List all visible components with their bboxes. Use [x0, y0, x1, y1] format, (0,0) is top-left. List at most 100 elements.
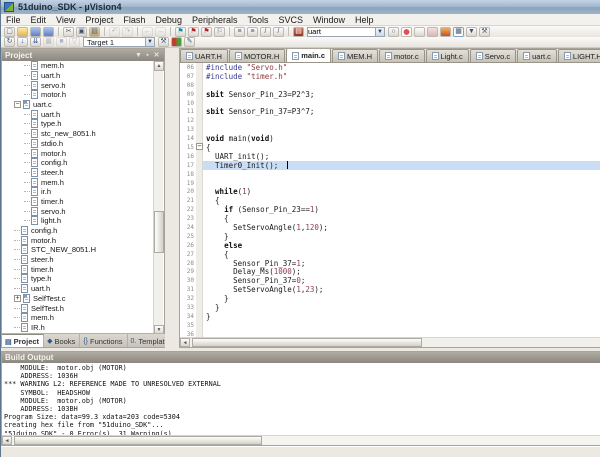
- code-line[interactable]: 18: [180, 170, 600, 179]
- code-line[interactable]: 33 }: [180, 303, 600, 312]
- tree-item[interactable]: IR.h: [2, 323, 164, 333]
- editor-tab-servo-c[interactable]: Servo.c: [470, 49, 516, 62]
- tree-item[interactable]: servo.h: [2, 206, 164, 216]
- tree-item[interactable]: motor.h: [2, 90, 164, 100]
- code-line[interactable]: 31 SetServoAngle(1,23);: [180, 285, 600, 294]
- tree-item[interactable]: servo.h: [2, 80, 164, 90]
- tree-item[interactable]: SelfTest.h: [2, 303, 164, 313]
- panel-splitter[interactable]: [165, 48, 179, 348]
- panel-tab-books[interactable]: ◆Books: [44, 334, 80, 347]
- code-line[interactable]: 06#include "Servo.h": [180, 63, 600, 72]
- open-folder-icon[interactable]: [17, 27, 28, 37]
- code-line[interactable]: 07#include "timer.h": [180, 72, 600, 81]
- code-line[interactable]: 29 Delay_Ms(1000);: [180, 267, 600, 276]
- download-icon[interactable]: ▽: [69, 37, 80, 47]
- code-line[interactable]: 10: [180, 99, 600, 108]
- editor-tab-main-c[interactable]: main.c: [286, 49, 331, 62]
- scrollbar-thumb[interactable]: [154, 211, 164, 253]
- tree-item[interactable]: mem.h: [2, 61, 164, 71]
- tree-item[interactable]: STC_NEW_8051.H: [2, 245, 164, 255]
- rebuild-icon[interactable]: ⇊: [30, 37, 41, 47]
- panel-tab-project[interactable]: ▤Project: [2, 334, 44, 347]
- tree-item[interactable]: stc_new_8051.h: [2, 129, 164, 139]
- tree-item[interactable]: motor.h: [2, 235, 164, 245]
- code-line[interactable]: 09sbit Sensor_Pin_23=P2^3;: [180, 90, 600, 99]
- scroll-left-icon[interactable]: ◄: [2, 436, 12, 445]
- build-output-hscrollbar[interactable]: ◄: [2, 435, 600, 445]
- breakpoint-kill-icon[interactable]: [427, 27, 438, 37]
- tree-item[interactable]: mem.h: [2, 313, 164, 323]
- window-layout-icon[interactable]: ▦: [453, 27, 464, 37]
- options-for-target-icon[interactable]: ⚒: [158, 37, 169, 47]
- tree-item[interactable]: timer.h: [2, 264, 164, 274]
- menu-item-flash[interactable]: Flash: [118, 14, 150, 26]
- editor-tab-light-c[interactable]: Light.c: [426, 49, 469, 62]
- breakpoint-disable-icon[interactable]: [414, 27, 425, 37]
- batch-build-icon[interactable]: ▦: [43, 37, 54, 47]
- tree-item[interactable]: timer.h: [2, 197, 164, 207]
- search-combobox[interactable]: ▼: [307, 27, 385, 37]
- save-all-icon[interactable]: [43, 27, 54, 37]
- stop-build-icon[interactable]: ■: [56, 37, 67, 47]
- menu-item-project[interactable]: Project: [80, 14, 118, 26]
- close-icon[interactable]: ✕: [152, 50, 161, 61]
- build-output-log[interactable]: MODULE: motor.obj (MOTOR) ADDRESS: 1036H…: [2, 363, 600, 435]
- menu-item-help[interactable]: Help: [350, 14, 379, 26]
- code-line[interactable]: 19: [180, 179, 600, 188]
- tree-item[interactable]: ir.h: [2, 187, 164, 197]
- editor-hscrollbar[interactable]: ◄: [180, 337, 600, 347]
- code-line[interactable]: 17 Timer0_Init();: [180, 161, 600, 170]
- scroll-left-icon[interactable]: ◄: [180, 338, 190, 347]
- redo-icon[interactable]: ↷: [122, 27, 133, 37]
- code-line[interactable]: 30 Sensor_Pin_37=0;: [180, 276, 600, 285]
- tree-item[interactable]: light.h: [2, 216, 164, 226]
- tree-item[interactable]: stdio.h: [2, 139, 164, 149]
- code-line[interactable]: 22 if (Sensor_Pin_23==1): [180, 205, 600, 214]
- scroll-up-icon[interactable]: ▲: [154, 61, 164, 71]
- chevron-down-icon[interactable]: ▼: [145, 38, 154, 46]
- editor-tab-mem-h[interactable]: MEM.H: [332, 49, 378, 62]
- editor-tab-motor-c[interactable]: motor.c: [379, 49, 425, 62]
- code-line[interactable]: 12: [180, 116, 600, 125]
- menu-item-tools[interactable]: Tools: [242, 14, 273, 26]
- code-line[interactable]: 13: [180, 125, 600, 134]
- code-line[interactable]: 20 while(1): [180, 187, 600, 196]
- menu-item-svcs[interactable]: SVCS: [274, 14, 309, 26]
- editor-tab-motor-h[interactable]: MOTOR.H: [229, 49, 285, 62]
- build-icon[interactable]: ↓: [17, 37, 28, 47]
- menu-item-view[interactable]: View: [51, 14, 80, 26]
- code-line[interactable]: 24 SetServoAngle(1,120);: [180, 223, 600, 232]
- code-line[interactable]: 08: [180, 81, 600, 90]
- comment-icon[interactable]: /: [260, 27, 271, 37]
- tree-item[interactable]: motor.h: [2, 148, 164, 158]
- code-area[interactable]: 06#include "Servo.h"07#include "timer.h"…: [180, 63, 600, 339]
- fold-collapse-icon[interactable]: −: [196, 143, 203, 150]
- code-line[interactable]: 25 }: [180, 232, 600, 241]
- manage-components-icon[interactable]: [171, 37, 182, 47]
- chevron-down-icon[interactable]: ▼: [375, 28, 384, 36]
- tree-item[interactable]: steer.h: [2, 255, 164, 265]
- project-tree-scrollbar[interactable]: ▲ ▼: [153, 61, 163, 335]
- tree-item[interactable]: uart.h: [2, 71, 164, 81]
- code-line[interactable]: 16 UART_init();: [180, 152, 600, 161]
- tree-item[interactable]: mem.h: [2, 177, 164, 187]
- dropdown-caret-icon[interactable]: ▼: [466, 27, 477, 37]
- expand-icon[interactable]: +: [14, 295, 21, 302]
- file-extensions-icon[interactable]: ✎: [184, 37, 195, 47]
- tree-item[interactable]: uart.h: [2, 284, 164, 294]
- code-line[interactable]: 26 else: [180, 241, 600, 250]
- tree-item[interactable]: type.h: [2, 119, 164, 129]
- panel-tab-functions[interactable]: {}Functions: [80, 334, 127, 347]
- code-line[interactable]: 35: [180, 321, 600, 330]
- translate-icon[interactable]: ↻: [4, 37, 15, 47]
- indent-icon[interactable]: ≡: [247, 27, 258, 37]
- breakpoint-icon[interactable]: [401, 27, 412, 37]
- clear-bookmarks-icon[interactable]: ⚐: [214, 27, 225, 37]
- find-icon[interactable]: ○: [388, 27, 399, 37]
- enable-breakpoints-icon[interactable]: [440, 27, 451, 37]
- code-line[interactable]: 27 {: [180, 250, 600, 259]
- code-line[interactable]: 23 {: [180, 214, 600, 223]
- menu-item-debug[interactable]: Debug: [150, 14, 187, 26]
- editor-tab-uart-h[interactable]: UART.H: [180, 49, 228, 62]
- pin-icon[interactable]: ▪: [143, 50, 152, 61]
